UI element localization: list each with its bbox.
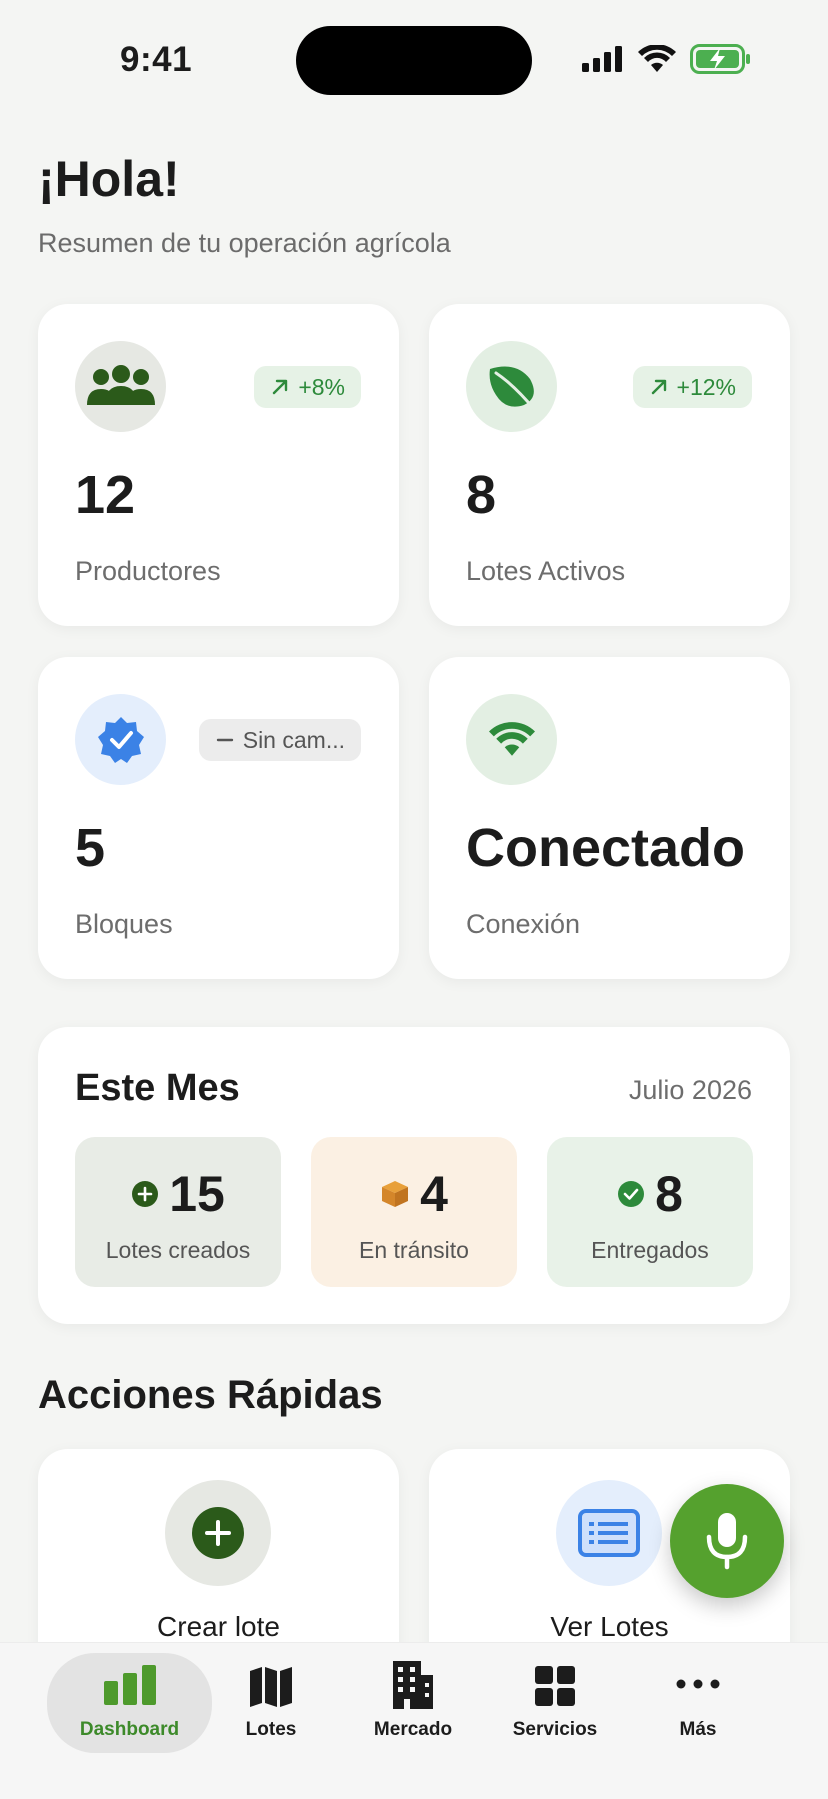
action-label: Crear lote [157, 1611, 280, 1642]
stat-label: Bloques [75, 909, 173, 939]
map-icon [250, 1667, 292, 1707]
quick-actions-title: Acciones Rápidas [38, 1373, 383, 1417]
trend-badge: +8% [254, 366, 361, 408]
plus-circle-icon [165, 1480, 271, 1586]
trend-badge-text: +8% [298, 373, 345, 400]
stat-value: 8 [466, 465, 497, 525]
status-time: 9:41 [120, 40, 193, 79]
arrow-up-right-icon [651, 379, 666, 395]
tab-bar: Dashboard Lotes Mercado Servicios Más [0, 1642, 828, 1799]
bar-chart-icon [103, 1665, 156, 1705]
month-item-created[interactable]: 15 Lotes creados [75, 1137, 281, 1287]
month-summary-card: Este Mes Julio 2026 15 Lotes creados 4 E… [38, 1027, 790, 1324]
trend-badge: +12% [632, 366, 752, 408]
wifi-status-icon [638, 45, 676, 72]
trend-badge-text: +12% [676, 373, 736, 400]
signal-icon [582, 46, 622, 72]
check-circle-icon [618, 1181, 645, 1207]
status-icons [582, 44, 752, 74]
tab-label: Dashboard [79, 1719, 180, 1740]
arrow-up-right-icon [273, 379, 288, 395]
stat-card-lotes-activos[interactable]: +12% 8 Lotes Activos [429, 304, 790, 626]
tab-label: Servicios [512, 1719, 598, 1740]
status-bar: 9:41 [0, 0, 828, 120]
people-group-icon [75, 341, 166, 432]
page-title: ¡Hola! [38, 151, 180, 207]
stat-value: 5 [75, 818, 106, 878]
grid-icon [535, 1666, 575, 1706]
voice-input-button[interactable] [670, 1484, 784, 1598]
wifi-icon [466, 694, 557, 785]
plus-circle-icon [132, 1181, 159, 1207]
tab-lotes[interactable]: Lotes [201, 1643, 341, 1753]
month-item-value: 4 [420, 1166, 448, 1222]
stat-label: Productores [75, 556, 221, 586]
list-icon [556, 1480, 662, 1586]
month-item-label: Lotes creados [105, 1237, 251, 1263]
tab-mercado[interactable]: Mercado [343, 1643, 483, 1753]
month-item-label: Entregados [591, 1237, 709, 1263]
dash-icon [216, 738, 233, 742]
stat-card-bloques[interactable]: Sin cam... 5 Bloques [38, 657, 399, 979]
stat-value: 12 [75, 465, 136, 525]
tab-label: Mercado [373, 1719, 453, 1740]
month-title: Este Mes [75, 1067, 240, 1109]
building-icon [393, 1661, 433, 1709]
battery-icon [690, 44, 750, 74]
tab-label: Lotes [245, 1719, 297, 1740]
stat-card-conexion[interactable]: Conectado Conexión [429, 657, 790, 979]
tab-mas[interactable]: Más [628, 1643, 768, 1753]
stat-card-productores[interactable]: +8% 12 Productores [38, 304, 399, 626]
month-item-value: 8 [655, 1166, 683, 1222]
leaf-icon [466, 341, 557, 432]
trend-badge-text: Sin cam... [242, 726, 345, 753]
month-item-label: En tránsito [359, 1237, 469, 1263]
month-date: Julio 2026 [628, 1075, 752, 1105]
month-item-value: 15 [169, 1166, 225, 1222]
stat-value: Conectado [466, 818, 746, 878]
trend-badge: Sin cam... [198, 719, 361, 761]
verified-badge-icon [75, 694, 166, 785]
month-item-delivered[interactable]: 8 Entregados [547, 1137, 753, 1287]
more-icon [676, 1679, 720, 1689]
stat-label: Lotes Activos [466, 556, 626, 586]
tab-label: Más [679, 1719, 717, 1740]
tab-dashboard[interactable]: Dashboard [47, 1653, 212, 1753]
dynamic-island [296, 26, 532, 95]
action-label: Ver Lotes [550, 1611, 669, 1642]
box-icon [382, 1181, 409, 1207]
stat-label: Conexión [466, 909, 581, 939]
month-item-transit[interactable]: 4 En tránsito [311, 1137, 517, 1287]
page-subtitle: Resumen de tu operación agrícola [38, 228, 451, 258]
microphone-icon [706, 1513, 748, 1570]
tab-servicios[interactable]: Servicios [485, 1643, 625, 1753]
